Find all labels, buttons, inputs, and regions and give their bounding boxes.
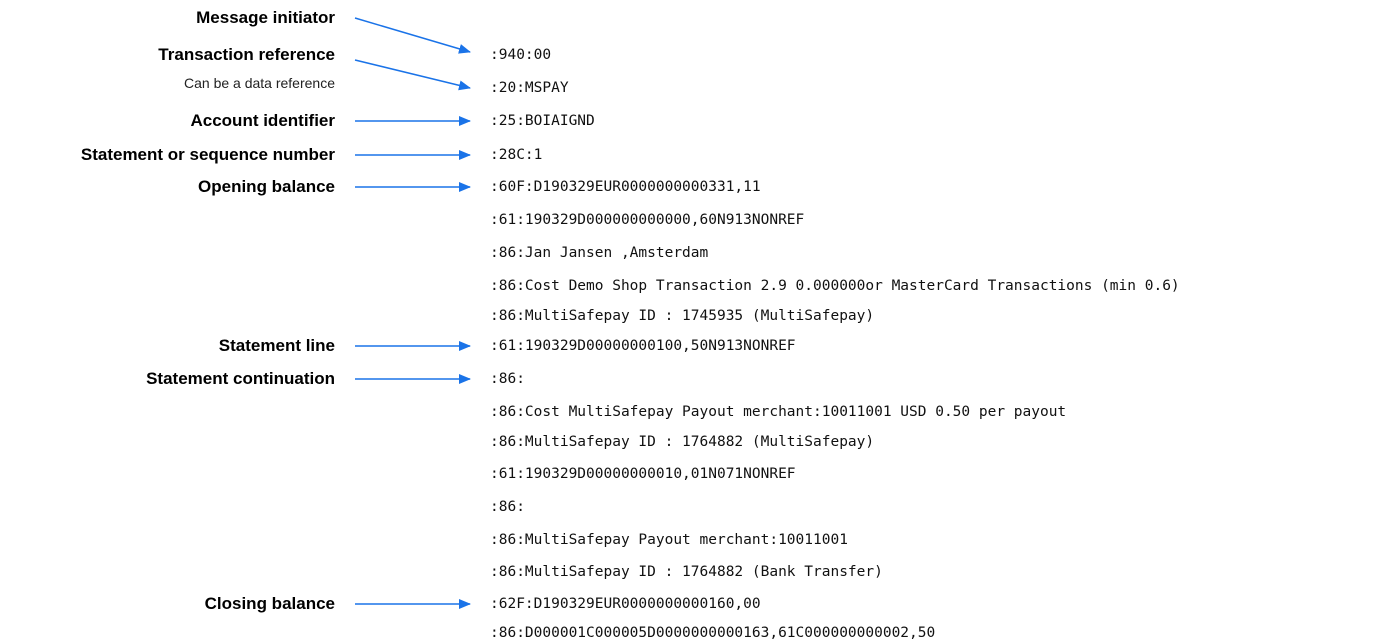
code-line: :86:MultiSafepay ID : 1764882 (Bank Tran…	[490, 564, 883, 580]
code-line: :25:BOIAIGND	[490, 113, 595, 129]
mt940-annotated-diagram: Message initiator Transaction reference …	[0, 0, 1375, 643]
code-line: :60F:D190329EUR0000000000331,11	[490, 179, 761, 195]
label-transaction-reference: Transaction reference	[158, 45, 335, 64]
code-line: :20:MSPAY	[490, 80, 569, 96]
code-line: :86:Jan Jansen ,Amsterdam	[490, 245, 709, 261]
code-line: :86:Cost Demo Shop Transaction 2.9 0.000…	[490, 278, 1180, 294]
label-opening-balance: Opening balance	[198, 177, 335, 196]
code-line: :28C:1	[490, 147, 543, 163]
code-line: :62F:D190329EUR0000000000160,00	[490, 596, 761, 612]
label-transaction-reference-note: Can be a data reference	[184, 75, 335, 91]
arrow-message-initiator	[354, 17, 471, 54]
code-line: :86:MultiSafepay ID : 1745935 (MultiSafe…	[490, 308, 875, 324]
code-line: :61:190329D00000000010,01N071NONREF	[490, 466, 796, 482]
code-line: :86:D000001C000005D0000000000163,61C0000…	[490, 625, 936, 641]
code-line: :86:Cost MultiSafepay Payout merchant:10…	[490, 404, 1067, 420]
code-line: :86:MultiSafepay ID : 1764882 (MultiSafe…	[490, 434, 875, 450]
code-line: :61:190329D000000000000,60N913NONREF	[490, 212, 805, 228]
code-line: :86:MultiSafepay Payout merchant:1001100…	[490, 532, 848, 548]
arrow-transaction-reference	[354, 59, 471, 91]
label-account-identifier: Account identifier	[190, 111, 335, 130]
code-line: :61:190329D00000000100,50N913NONREF	[490, 338, 796, 354]
code-line: :86:	[490, 499, 525, 515]
code-line: :86:	[490, 371, 525, 387]
label-statement-number: Statement or sequence number	[80, 145, 335, 164]
label-statement-continuation: Statement continuation	[146, 369, 335, 388]
label-statement-line: Statement line	[218, 336, 335, 355]
label-closing-balance: Closing balance	[204, 594, 335, 613]
label-message-initiator: Message initiator	[196, 8, 335, 27]
code-line: :940:00	[490, 47, 552, 63]
